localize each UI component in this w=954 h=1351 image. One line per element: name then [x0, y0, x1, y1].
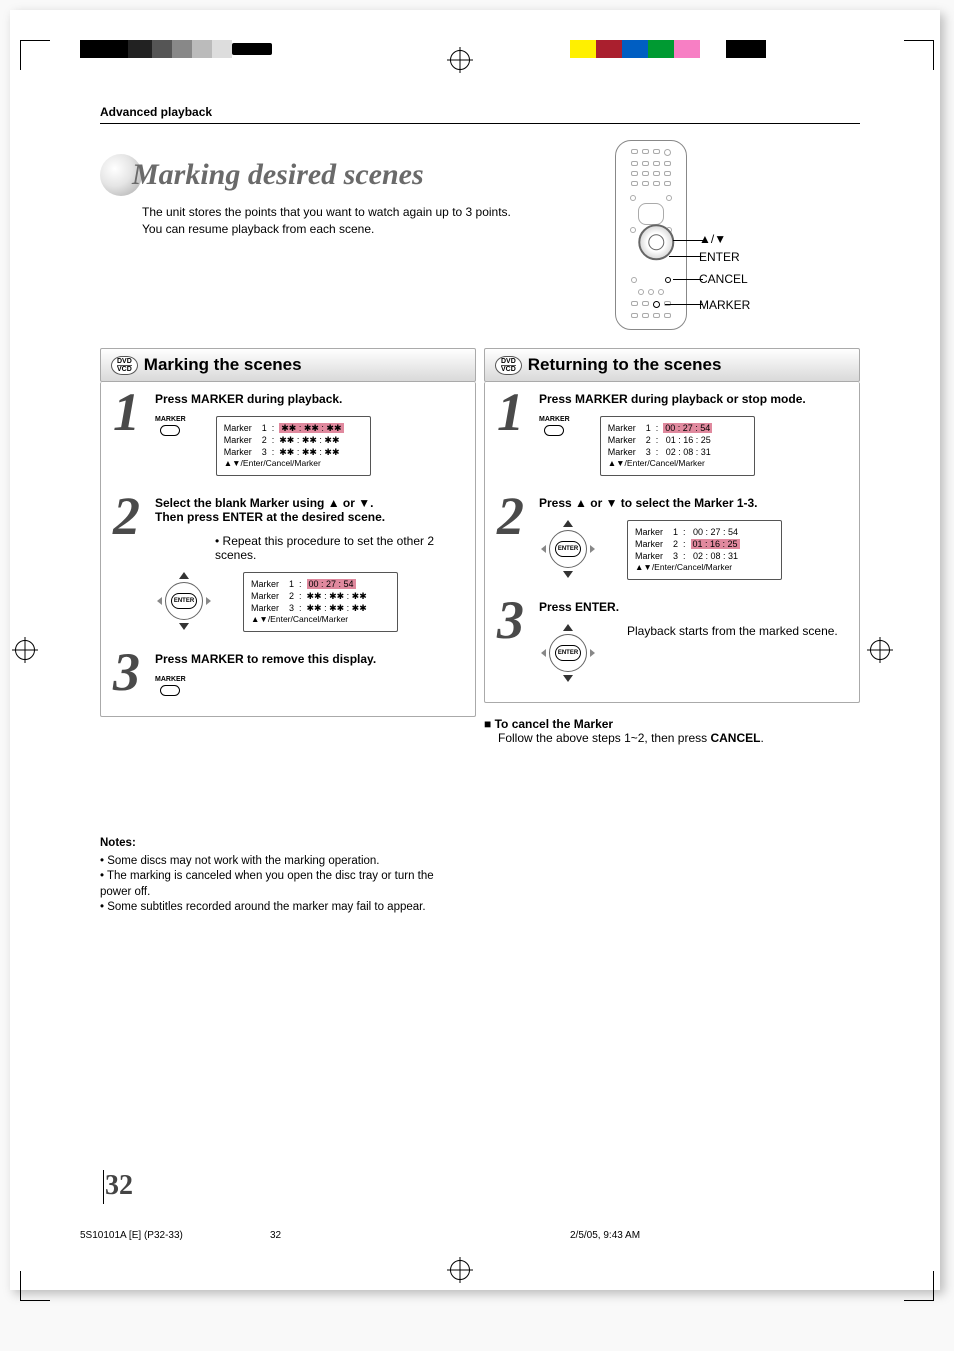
- note-item: • The marking is canceled when you open …: [100, 869, 450, 900]
- remote-label-enter: ENTER: [699, 250, 740, 264]
- marker-osd: Marker 1 : ✱✱ : ✱✱ : ✱✱ Marker 2 : ✱✱ : …: [216, 416, 371, 476]
- marker-osd: Marker 1 : 00 : 27 : 54 Marker 2 : ✱✱ : …: [243, 572, 398, 632]
- crop-mark-icon: [20, 1271, 50, 1301]
- remote-label-arrows: ▲/▼: [699, 232, 726, 246]
- print-color-bar-left: [80, 40, 272, 58]
- crop-mark-icon: [20, 40, 50, 70]
- footer-page: 32: [270, 1230, 570, 1241]
- remote-label-marker: MARKER: [699, 298, 750, 312]
- marker-button-icon: MARKER: [539, 416, 570, 436]
- enter-dpad-icon: ENTER: [155, 572, 213, 630]
- registration-mark-icon: [450, 50, 470, 70]
- marker-button-icon: MARKER: [155, 416, 186, 436]
- note-item: • Some subtitles recorded around the mar…: [100, 900, 450, 916]
- right-step1-title: Press MARKER during playback or stop mod…: [539, 392, 847, 406]
- left-step2-title: Select the blank Marker using ▲ or ▼. Th…: [155, 496, 463, 524]
- col-heading-left: Marking the scenes: [144, 355, 302, 375]
- step-number-2: 2: [113, 494, 145, 632]
- col-heading-right: Returning to the scenes: [528, 355, 722, 375]
- dvd-vcd-badge-icon: DVDVCD: [111, 356, 138, 375]
- step-number-2: 2: [497, 494, 529, 580]
- right-step3-title: Press ENTER.: [539, 600, 847, 614]
- step-number-1: 1: [113, 390, 145, 476]
- left-step2-note: • Repeat this procedure to set the other…: [215, 534, 463, 562]
- page-title: Marking desired scenes: [132, 158, 424, 192]
- registration-mark-icon: [15, 640, 35, 660]
- footer-meta: 5S10101A [E] (P32-33) 32 2/5/05, 9:43 AM: [80, 1230, 894, 1241]
- step-number-3: 3: [497, 598, 529, 682]
- left-step3-title: Press MARKER to remove this display.: [155, 652, 463, 666]
- crop-mark-icon: [904, 1271, 934, 1301]
- col-header-returning: DVDVCD Returning to the scenes: [484, 348, 860, 382]
- remote-outline-icon: [615, 140, 687, 330]
- right-step3-note: Playback starts from the marked scene.: [627, 624, 838, 638]
- marker-osd: Marker 1 : 00 : 27 : 54 Marker 2 : 01 : …: [627, 520, 782, 580]
- intro-line-1: The unit stores the points that you want…: [142, 204, 860, 221]
- col-header-marking: DVDVCD Marking the scenes: [100, 348, 476, 382]
- enter-dpad-icon: ENTER: [539, 520, 597, 578]
- registration-mark-icon: [870, 640, 890, 660]
- marker-button-icon: MARKER: [155, 676, 186, 696]
- footer-timestamp: 2/5/05, 9:43 AM: [570, 1230, 640, 1241]
- page-number: 32: [105, 1170, 133, 1202]
- step-number-1: 1: [497, 390, 529, 476]
- remote-label-cancel: CANCEL: [699, 272, 748, 286]
- marker-osd: Marker 1 : 00 : 27 : 54 Marker 2 : 01 : …: [600, 416, 755, 476]
- page-number-rule: [103, 1170, 104, 1204]
- print-color-bar-right: [570, 40, 792, 58]
- cancel-heading: To cancel the Marker: [484, 717, 860, 731]
- registration-mark-icon: [450, 1260, 470, 1280]
- dvd-vcd-badge-icon: DVDVCD: [495, 356, 522, 375]
- remote-dpad-icon: [631, 217, 682, 268]
- notes-block: Notes: • Some discs may not work with th…: [100, 836, 450, 916]
- section-label: Advanced playback: [100, 105, 860, 124]
- note-item: • Some discs may not work with the marki…: [100, 854, 450, 870]
- step-number-3: 3: [113, 650, 145, 696]
- left-step1-title: Press MARKER during playback.: [155, 392, 463, 406]
- crop-mark-icon: [904, 40, 934, 70]
- cancel-marker-section: To cancel the Marker Follow the above st…: [484, 717, 860, 745]
- remote-diagram: ▲/▼ ENTER CANCEL MARKER: [615, 140, 687, 330]
- notes-heading: Notes:: [100, 836, 450, 852]
- right-step2-title: Press ▲ or ▼ to select the Marker 1-3.: [539, 496, 847, 510]
- footer-doc-id: 5S10101A [E] (P32-33): [80, 1230, 270, 1241]
- intro-line-2: You can resume playback from each scene.: [142, 221, 860, 238]
- enter-dpad-icon: ENTER: [539, 624, 597, 682]
